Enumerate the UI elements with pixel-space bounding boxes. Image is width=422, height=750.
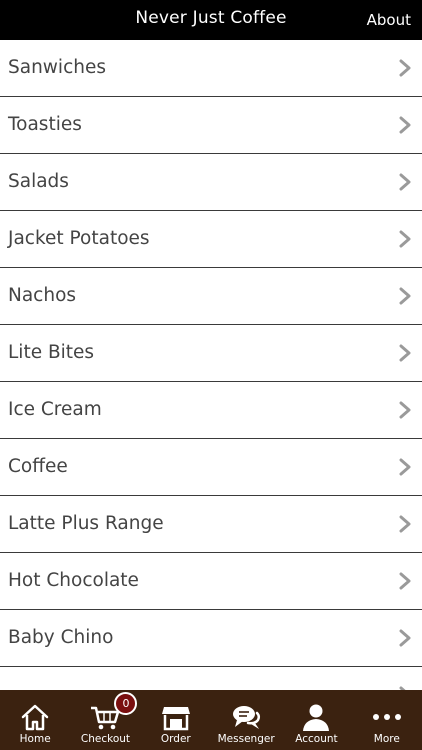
more-dots-icon: [372, 714, 401, 720]
tab-label: More: [373, 733, 400, 745]
menu-item-partial[interactable]: [0, 667, 422, 690]
tab-messenger[interactable]: Messenger: [211, 690, 281, 750]
home-icon: [21, 704, 49, 731]
tab-label: Account: [295, 733, 338, 745]
menu-item-ice-cream[interactable]: Ice Cream: [0, 382, 422, 439]
chevron-right-icon: [399, 458, 411, 476]
tab-home[interactable]: Home: [0, 690, 70, 750]
menu-item-latte-plus-range[interactable]: Latte Plus Range: [0, 496, 422, 553]
chevron-right-icon: [399, 173, 411, 191]
menu-item-nachos[interactable]: Nachos: [0, 268, 422, 325]
tab-label: Messenger: [217, 733, 275, 745]
menu-item-baby-chino[interactable]: Baby Chino: [0, 610, 422, 667]
tab-checkout[interactable]: 0 Checkout: [70, 690, 140, 750]
tab-label: Checkout: [80, 733, 131, 745]
menu-item-toasties[interactable]: Toasties: [0, 97, 422, 154]
bottom-tab-bar: Home 0 Checkout Order Messenger Account …: [0, 690, 422, 750]
menu-item-label: Salads: [8, 171, 69, 192]
menu-item-jacket-potatoes[interactable]: Jacket Potatoes: [0, 211, 422, 268]
chevron-right-icon: [399, 116, 411, 134]
menu-item-label: Latte Plus Range: [8, 513, 164, 534]
menu-item-label: Lite Bites: [8, 342, 95, 363]
menu-item-label: Nachos: [8, 285, 77, 306]
person-icon: [303, 704, 330, 731]
menu-item-label: Sanwiches: [8, 57, 106, 78]
menu-item-coffee[interactable]: Coffee: [0, 439, 422, 496]
menu-item-label: Hot Chocolate: [8, 570, 139, 591]
chat-icon: [233, 706, 261, 729]
menu-item-label: Ice Cream: [8, 399, 102, 420]
app-header: Never Just Coffee About: [0, 0, 422, 40]
menu-list: Sanwiches Toasties Salads Jacket Potatoe…: [0, 40, 422, 690]
chevron-right-icon: [399, 629, 411, 647]
tab-label: Home: [19, 733, 51, 745]
menu-item-hot-chocolate[interactable]: Hot Chocolate: [0, 553, 422, 610]
chevron-right-icon: [399, 344, 411, 362]
menu-item-label: Jacket Potatoes: [8, 228, 150, 249]
tab-more[interactable]: More: [352, 690, 422, 750]
chevron-right-icon: [399, 401, 411, 419]
menu-item-label: Toasties: [8, 114, 82, 135]
menu-item-salads[interactable]: Salads: [0, 154, 422, 211]
tab-label: Order: [160, 733, 191, 745]
cart-count-badge: 0: [114, 692, 138, 715]
store-icon: [161, 707, 190, 731]
chevron-right-icon: [399, 230, 411, 248]
menu-item-sanwiches[interactable]: Sanwiches: [0, 40, 422, 97]
chevron-right-icon: [399, 287, 411, 305]
chevron-right-icon: [399, 515, 411, 533]
chevron-right-icon: [399, 572, 411, 590]
menu-item-lite-bites[interactable]: Lite Bites: [0, 325, 422, 382]
chevron-right-icon: [399, 59, 411, 77]
tab-account[interactable]: Account: [281, 690, 351, 750]
about-button[interactable]: About: [367, 0, 411, 40]
tab-order[interactable]: Order: [141, 690, 211, 750]
page-title: Never Just Coffee: [135, 8, 287, 28]
menu-item-label: Coffee: [8, 456, 68, 477]
menu-item-label: Baby Chino: [8, 627, 114, 648]
